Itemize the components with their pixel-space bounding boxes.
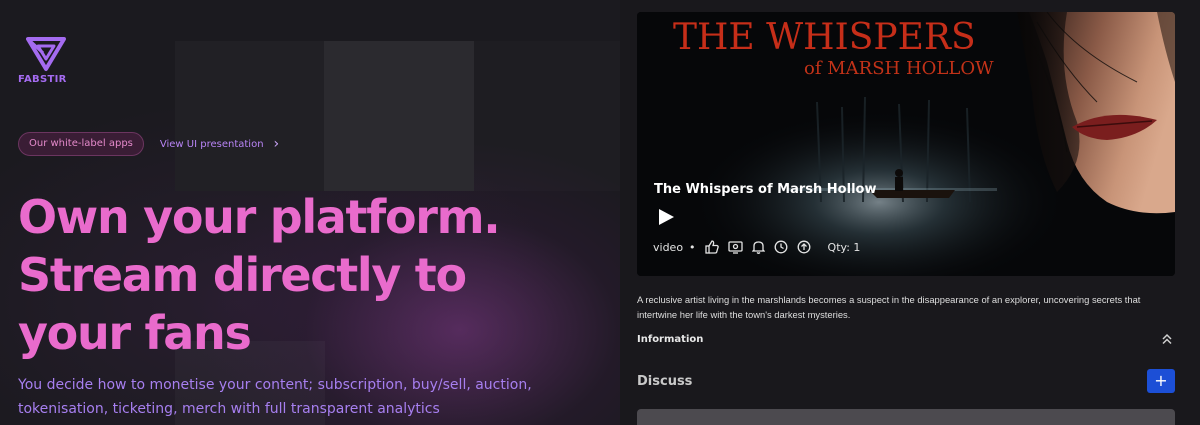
meta-separator: • [689, 240, 696, 254]
fabstir-logo-icon [26, 37, 66, 71]
discuss-label: Discuss [637, 373, 693, 389]
thumbs-up-icon[interactable] [704, 240, 719, 254]
headline-line: your fans [18, 306, 252, 360]
headline-line: Stream directly to [18, 248, 467, 302]
chevrons-up-icon[interactable] [1161, 333, 1173, 345]
fabstir-logo[interactable]: FABSTIR [18, 36, 78, 85]
video-card[interactable]: THE WHISPERS of MARSH HOLLOW The Whisper… [637, 12, 1175, 276]
video-description: A reclusive artist living in the marshla… [637, 292, 1177, 322]
bell-icon[interactable] [751, 240, 765, 254]
information-label: Information [637, 333, 704, 345]
video-meta-row: video • Qty: 1 [653, 238, 860, 256]
poster-subtitle: of MARSH HOLLOW [804, 58, 994, 79]
hero-section: FABSTIR Our white-label apps View UI pre… [0, 0, 620, 425]
add-comment-button[interactable]: + [1147, 369, 1175, 393]
media-type-label: video [653, 240, 684, 254]
subtext-line: tokenisation, ticketing, merch with full… [18, 401, 440, 417]
play-icon[interactable] [657, 208, 675, 226]
description-line: intertwine her life with the town's dark… [637, 309, 851, 320]
background-tile [175, 41, 324, 191]
subtext-line: You decide how to monetise your content;… [18, 377, 532, 393]
clock-icon[interactable] [774, 240, 788, 254]
description-line: A reclusive artist living in the marshla… [637, 294, 1141, 305]
chevron-right-icon: › [273, 136, 280, 152]
logo-text: FABSTIR [18, 74, 67, 85]
white-label-apps-pill[interactable]: Our white-label apps [18, 132, 144, 156]
hero-subtext: You decide how to monetise your content;… [18, 373, 578, 421]
poster-title: THE WHISPERS [673, 17, 976, 58]
upload-icon[interactable] [797, 240, 811, 254]
view-ui-presentation-link[interactable]: View UI presentation › [159, 136, 280, 152]
screen-icon[interactable] [727, 240, 743, 254]
page: FABSTIR Our white-label apps View UI pre… [0, 0, 1200, 425]
hero-links: Our white-label apps View UI presentatio… [18, 132, 279, 156]
video-title: The Whispers of Marsh Hollow [654, 182, 877, 197]
background-tile [324, 41, 474, 191]
headline-line: Own your platform. [18, 190, 501, 244]
discuss-section-header: Discuss + [637, 369, 1175, 393]
view-ui-presentation-label: View UI presentation [159, 138, 264, 150]
quantity-label: Qty: 1 [827, 240, 861, 254]
media-panel: THE WHISPERS of MARSH HOLLOW The Whisper… [620, 0, 1200, 425]
comment-input[interactable] [637, 409, 1175, 425]
information-section-header[interactable]: Information [637, 332, 1175, 346]
hero-headline: Own your platform. Stream directly to yo… [18, 188, 578, 362]
background-tile [474, 41, 620, 191]
